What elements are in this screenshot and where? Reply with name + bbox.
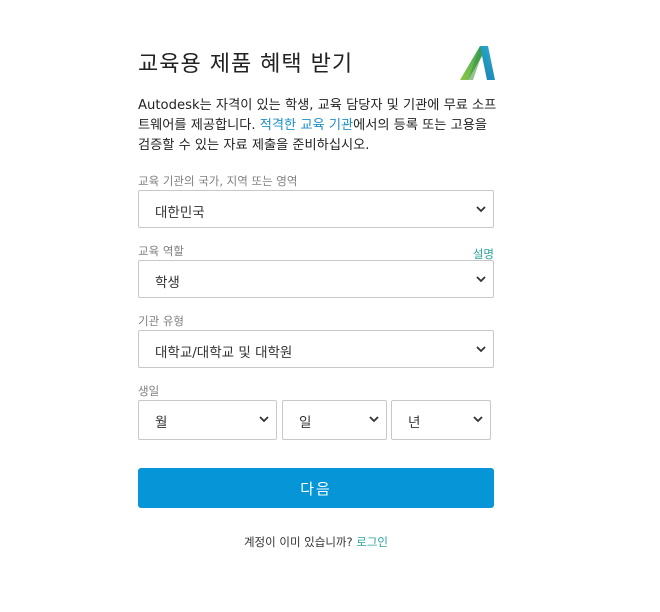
role-help-link[interactable]: 설명: [473, 247, 494, 261]
page-title: 교육용 제품 혜택 받기: [138, 52, 354, 77]
dob-day-select[interactable]: 일: [282, 400, 387, 440]
country-select[interactable]: 대한민국: [138, 190, 494, 228]
signin-row: 계정이 이미 있습니까? 로그인: [138, 534, 494, 550]
header: 교육용 제품 혜택 받기: [138, 40, 495, 90]
country-value: 대한민국: [155, 205, 205, 221]
role-label: 교육 역할: [138, 244, 184, 258]
chevron-down-icon: [476, 276, 486, 283]
chevron-down-icon: [476, 206, 486, 213]
institution-type-select[interactable]: 대학교/대학교 및 대학원: [138, 330, 494, 368]
country-label: 교육 기관의 국가, 지역 또는 영역: [138, 174, 298, 188]
role-label-row: 교육 역할 설명: [138, 244, 494, 261]
autodesk-logo-icon: [460, 46, 495, 80]
intro-text: Autodesk는 자격이 있는 학생, 교육 담당자 및 기관에 무료 소프트…: [138, 96, 498, 156]
dob-row: 월 일 년: [138, 400, 494, 440]
signup-card: 교육용 제품 혜택 받기 Autodesk는 자격이 있는 학생, 교육 담당자…: [138, 40, 496, 550]
institution-type-value: 대학교/대학교 및 대학원: [155, 345, 293, 361]
dob-year-value: 년: [408, 415, 421, 431]
institution-type-label: 기관 유형: [138, 314, 184, 328]
eligible-institution-link[interactable]: 적격한 교육 기관: [260, 118, 353, 133]
next-button[interactable]: 다음: [138, 468, 494, 508]
chevron-down-icon: [259, 416, 269, 423]
dob-month-value: 월: [155, 415, 168, 431]
dob-day-value: 일: [299, 415, 312, 431]
signin-prompt: 계정이 이미 있습니까?: [243, 535, 357, 549]
chevron-down-icon: [369, 416, 379, 423]
role-select[interactable]: 학생: [138, 260, 494, 298]
role-value: 학생: [155, 275, 180, 291]
chevron-down-icon: [476, 346, 486, 353]
dob-label: 생일: [138, 384, 160, 398]
chevron-down-icon: [473, 416, 483, 423]
signin-link[interactable]: 로그인: [356, 535, 388, 549]
dob-month-select[interactable]: 월: [138, 400, 277, 440]
dob-year-select[interactable]: 년: [391, 400, 491, 440]
